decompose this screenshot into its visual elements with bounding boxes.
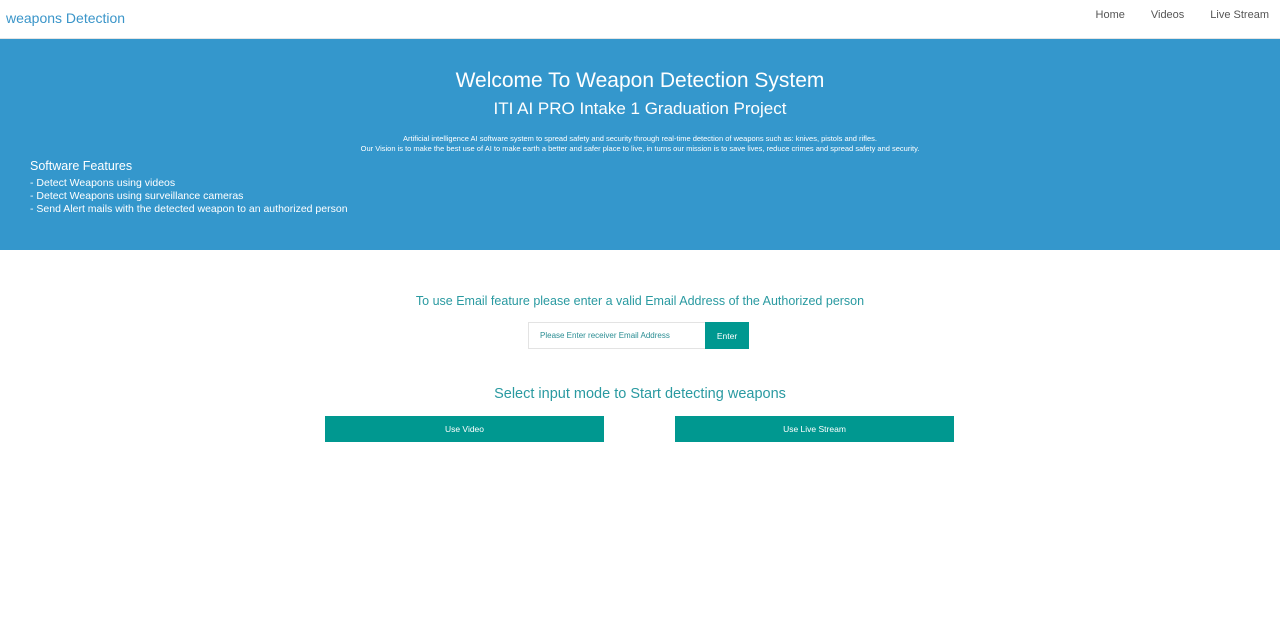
feature-item: - Detect Weapons using videos — [30, 177, 176, 189]
mode-section: Select input mode to Start detecting wea… — [0, 385, 1280, 403]
email-prompt-section: To use Email feature please enter a vali… — [0, 292, 1280, 310]
enter-button[interactable]: Enter — [705, 322, 749, 349]
nav-live-stream-link[interactable]: Live Stream — [1210, 9, 1269, 21]
navbar: weapons Detection Home Videos Live Strea… — [0, 0, 1280, 39]
email-form: Enter — [528, 322, 749, 349]
features-title: Software Features — [30, 159, 133, 173]
hero-description: Artificial intelligence AI software syst… — [0, 134, 1280, 154]
use-live-stream-button[interactable]: Use Live Stream — [675, 416, 954, 442]
hero-description-line: Our Vision is to make the best use of AI… — [360, 144, 920, 153]
hero-banner: Welcome To Weapon Detection System ITI A… — [0, 39, 1280, 250]
nav-videos-link[interactable]: Videos — [1151, 9, 1184, 21]
hero-title: Welcome To Weapon Detection System — [455, 69, 825, 92]
nav-home-link[interactable]: Home — [1096, 9, 1125, 21]
email-input[interactable] — [528, 322, 705, 349]
hero-subtitle: ITI AI PRO Intake 1 Graduation Project — [493, 99, 787, 118]
features-block: Software Features - Detect Weapons using… — [30, 159, 348, 216]
hero-description-line: Artificial intelligence AI software syst… — [403, 134, 877, 143]
feature-item: - Send Alert mails with the detected wea… — [30, 203, 348, 215]
use-video-button[interactable]: Use Video — [325, 416, 604, 442]
email-prompt-text: To use Email feature please enter a vali… — [415, 294, 865, 308]
feature-item: - Detect Weapons using surveillance came… — [30, 190, 244, 202]
brand-link[interactable]: weapons Detection — [6, 10, 125, 26]
nav-links: Home Videos Live Stream — [1070, 9, 1269, 21]
mode-title: Select input mode to Start detecting wea… — [494, 386, 786, 402]
